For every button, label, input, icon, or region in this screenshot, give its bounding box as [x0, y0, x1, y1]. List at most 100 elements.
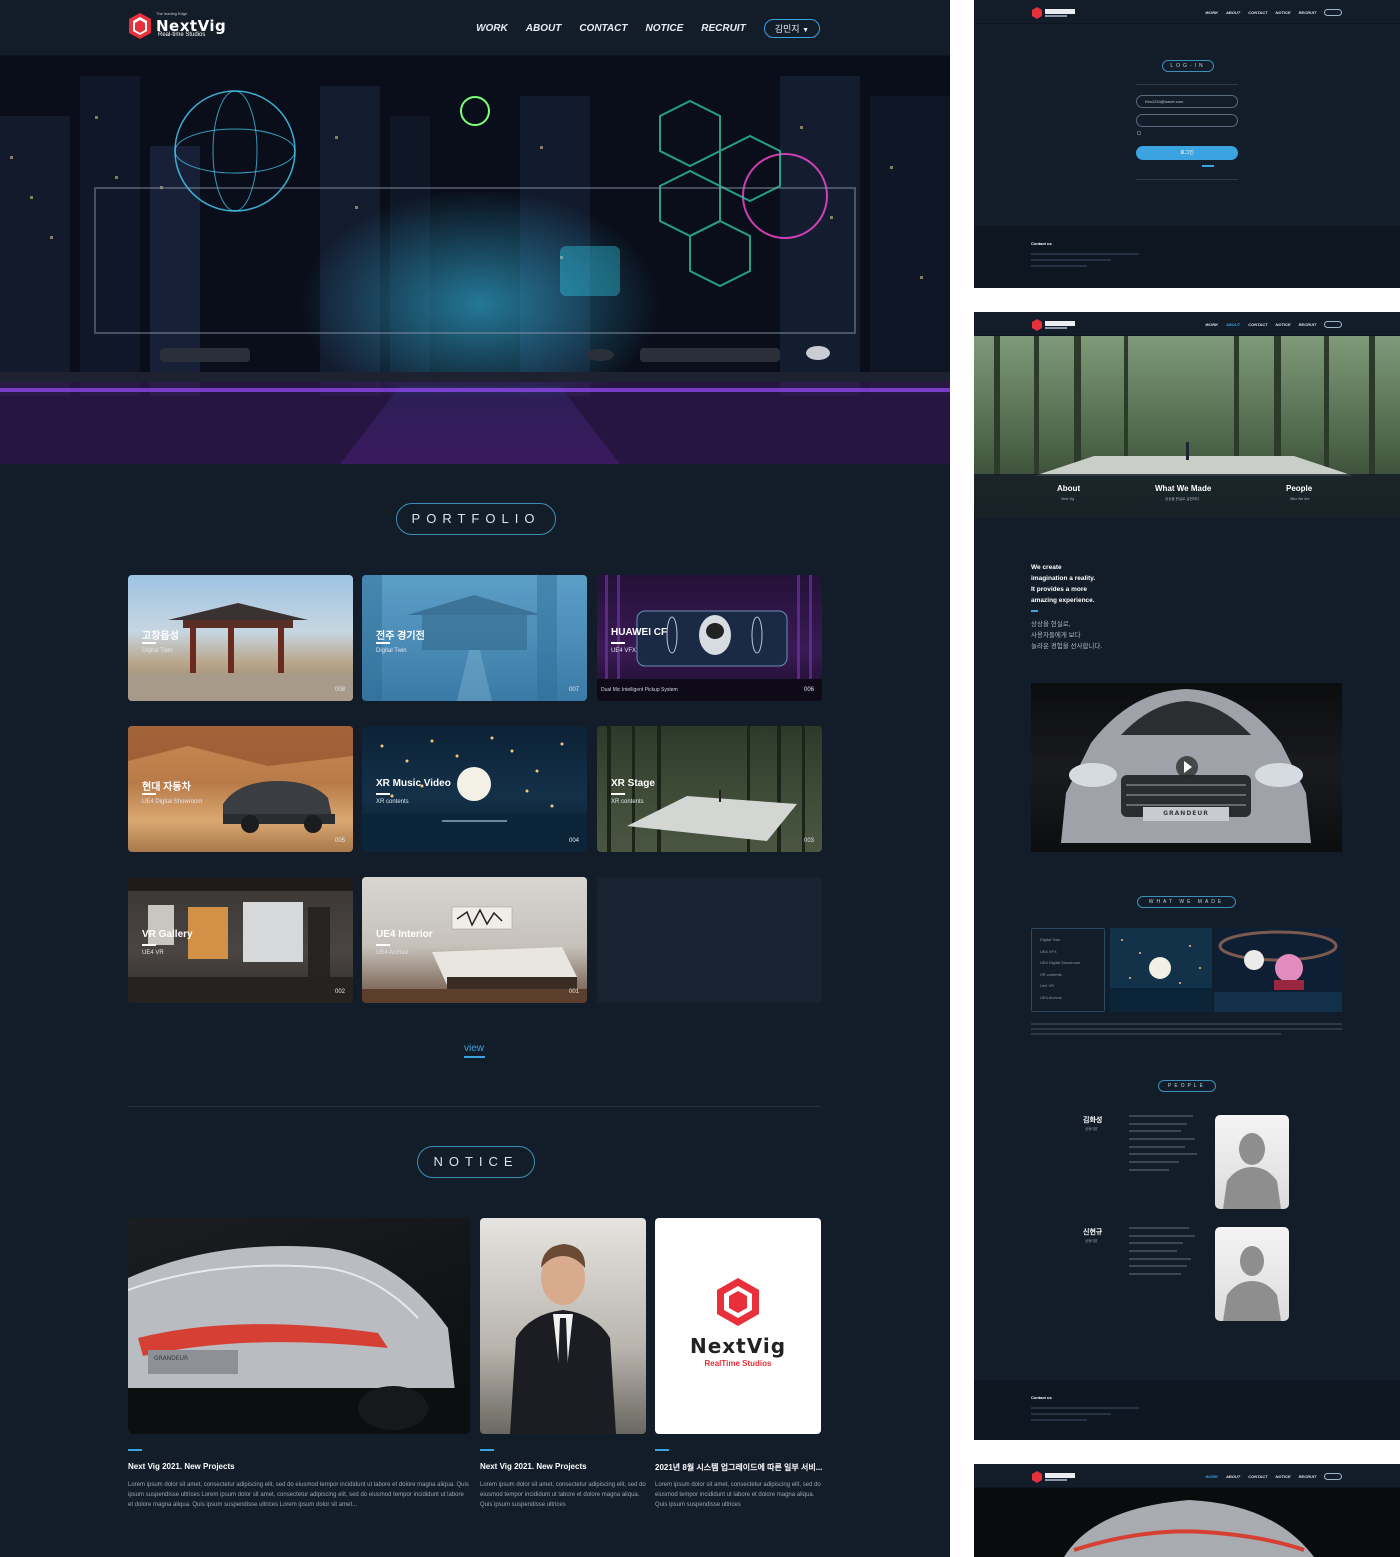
mini-user-button[interactable] — [1324, 321, 1342, 328]
mini-nav-about[interactable]: ABOUT — [1226, 322, 1240, 327]
mini-nav-contact[interactable]: CONTACT — [1248, 10, 1267, 15]
made-category-list: Digital Twin UE4 VFX UE4 Digital Showroo… — [1031, 928, 1105, 1012]
mini-logo-icon[interactable] — [1031, 318, 1091, 332]
portfolio-card-005[interactable]: 현대 자동차 UE4 Digital Showroom 005 — [128, 726, 353, 852]
password-field[interactable] — [1136, 114, 1238, 127]
mini-user-button[interactable] — [1324, 1473, 1342, 1480]
mini-nav-work[interactable]: WORK — [1205, 1474, 1218, 1479]
login-submit-button[interactable]: 로그인 — [1136, 146, 1238, 160]
mini-nav-work[interactable]: WORK — [1205, 322, 1218, 327]
notice-bar-1 — [128, 1449, 142, 1451]
made-item[interactable]: Digital Twin — [1040, 934, 1104, 946]
notice-card-3[interactable]: NextVig RealTime Studios — [655, 1218, 821, 1434]
mini-nav-recruit[interactable]: RECRUIT — [1299, 322, 1317, 327]
mini-logo-icon[interactable] — [1031, 6, 1091, 20]
promo-video[interactable]: GRANDEUR — [1031, 683, 1342, 852]
made-item[interactable]: UE4 VFX — [1040, 946, 1104, 958]
card-caption: Dual Mic Intelligent Pickup System — [601, 687, 678, 693]
nav-work[interactable]: WORK — [476, 23, 508, 34]
nextvig-logo-image — [717, 1278, 759, 1326]
made-item[interactable]: UE4 Archviz — [1040, 992, 1104, 1004]
person-role-1: 공동대표 — [1085, 1127, 1098, 1131]
person-photo-2 — [1215, 1227, 1289, 1321]
login-submit-label: 로그인 — [1180, 150, 1194, 156]
mini-user-button[interactable] — [1324, 9, 1342, 16]
portfolio-card-empty — [597, 877, 822, 1003]
tab-people[interactable]: People — [1286, 484, 1312, 493]
card-subtitle: UE4 VR — [142, 950, 164, 956]
footer-heading: Contact us — [1031, 1395, 1052, 1400]
mini-nav-notice[interactable]: NOTICE — [1276, 1474, 1291, 1479]
made-thumb-moon-stage[interactable] — [1214, 928, 1342, 1012]
card-title-bar — [376, 944, 390, 946]
login-footer: Contact us — [974, 226, 1400, 288]
people-heading: PEOPLE — [1158, 1080, 1216, 1092]
bio-line — [1129, 1168, 1169, 1171]
nav-about[interactable]: ABOUT — [526, 23, 562, 34]
footer-heading: Contact us — [1031, 241, 1052, 246]
mini-nav-notice[interactable]: NOTICE — [1276, 322, 1291, 327]
bio-line — [1129, 1161, 1179, 1164]
nav-notice[interactable]: NOTICE — [645, 23, 683, 34]
notice-title-1[interactable]: Next Vig 2021. New Projects — [128, 1462, 235, 1471]
mini-nav-notice[interactable]: NOTICE — [1276, 10, 1291, 15]
notice-card-2[interactable] — [480, 1218, 646, 1434]
portfolio-view-link[interactable]: view — [464, 1043, 484, 1054]
bio-line — [1129, 1265, 1187, 1268]
card-title-bar — [142, 642, 156, 644]
signup-link[interactable] — [1202, 165, 1214, 167]
portfolio-card-003[interactable]: XR Stage XR contents 003 — [597, 726, 822, 852]
nav-contact[interactable]: CONTACT — [579, 23, 627, 34]
slogan-ko-line: 사용자들에게 보다 — [1031, 632, 1081, 639]
mini-nav-recruit[interactable]: RECRUIT — [1299, 10, 1317, 15]
notice-logo-sub: RealTime Studios — [704, 1359, 772, 1368]
about-footer: Contact us — [974, 1380, 1400, 1440]
mini-nav-work[interactable]: WORK — [1205, 10, 1218, 15]
mini-nav-contact[interactable]: CONTACT — [1248, 322, 1267, 327]
notice-title-3[interactable]: 2021년 8월 시스템 업그레이드에 따른 일부 서비... — [655, 1462, 822, 1473]
card-number: 001 — [568, 989, 579, 995]
made-item[interactable]: Ue4 VR — [1040, 980, 1104, 992]
portfolio-card-004[interactable]: XR Music Video XR contents 004 — [362, 726, 587, 852]
notice-page-nav: WORK ABOUT CONTACT NOTICE RECRUIT — [1205, 1473, 1342, 1480]
portfolio-card-007[interactable]: 전주 경기전 Digital Twin 007 — [362, 575, 587, 701]
card-title: 현대 자동차 — [142, 782, 191, 793]
nav-recruit[interactable]: RECRUIT — [701, 23, 745, 34]
portfolio-card-001[interactable]: UE4 Interior UE4 Archviz 001 — [362, 877, 587, 1003]
slogan-ko-line: 상상을 현실로, — [1031, 621, 1071, 628]
portfolio-card-008[interactable]: 고창읍성 Digital Twin 008 — [128, 575, 353, 701]
forest-stage-image — [607, 726, 805, 852]
notice-card-1[interactable]: GRANDEUR — [128, 1218, 470, 1434]
mini-nav-about[interactable]: ABOUT — [1226, 1474, 1240, 1479]
made-item[interactable]: XR contents — [1040, 969, 1104, 981]
notice-body-1: Lorem ipsum dolor sit amet, consectetur … — [128, 1482, 469, 1508]
notice-title-2[interactable]: Next Vig 2021. New Projects — [480, 1462, 587, 1471]
made-item[interactable]: UE4 Digital Showroom — [1040, 957, 1104, 969]
user-menu-button[interactable]: 김민지 ▼ — [763, 19, 820, 38]
person-bio-1 — [1129, 1115, 1199, 1171]
tab-about[interactable]: About — [1057, 484, 1080, 493]
mini-nav-recruit[interactable]: RECRUIT — [1299, 1474, 1317, 1479]
footer-line-3 — [1031, 1419, 1087, 1421]
play-icon[interactable] — [1176, 756, 1198, 778]
what-we-made-heading: WHAT WE MADE — [1137, 896, 1236, 908]
login-page-panel: WORK ABOUT CONTACT NOTICE RECRUIT LOG-IN… — [974, 0, 1400, 288]
about-header: WORK ABOUT CONTACT NOTICE RECRUIT — [974, 312, 1400, 336]
made-thumb-lanterns[interactable] — [1110, 928, 1212, 1012]
card-title: UE4 Interior — [376, 929, 433, 940]
tab-what-we-made[interactable]: What We Made — [1155, 484, 1211, 493]
view-link-underline — [464, 1056, 485, 1058]
portfolio-heading: PORTFOLIO — [396, 503, 556, 535]
mini-logo-icon[interactable] — [1031, 1470, 1091, 1484]
portfolio-card-002[interactable]: VR Gallery UE4 VR 002 — [128, 877, 353, 1003]
mini-nav-about[interactable]: ABOUT — [1226, 10, 1240, 15]
interior-image — [362, 906, 587, 1003]
mini-nav-contact[interactable]: CONTACT — [1248, 1474, 1267, 1479]
person-photo-1 — [1215, 1115, 1289, 1209]
remember-checkbox[interactable] — [1137, 131, 1141, 135]
slogan-ko-line: 놀라운 경험을 선사합니다. — [1031, 643, 1103, 650]
email-field[interactable]: Kim1234@naver.com — [1136, 95, 1238, 108]
card-title-bar — [142, 944, 156, 946]
brand-logo[interactable]: The leading Edge NextVig Real-time Studi… — [128, 11, 228, 44]
portfolio-card-006[interactable]: HUAWEI CF UE4 VFX Dual Mic Intelligent P… — [597, 575, 822, 701]
